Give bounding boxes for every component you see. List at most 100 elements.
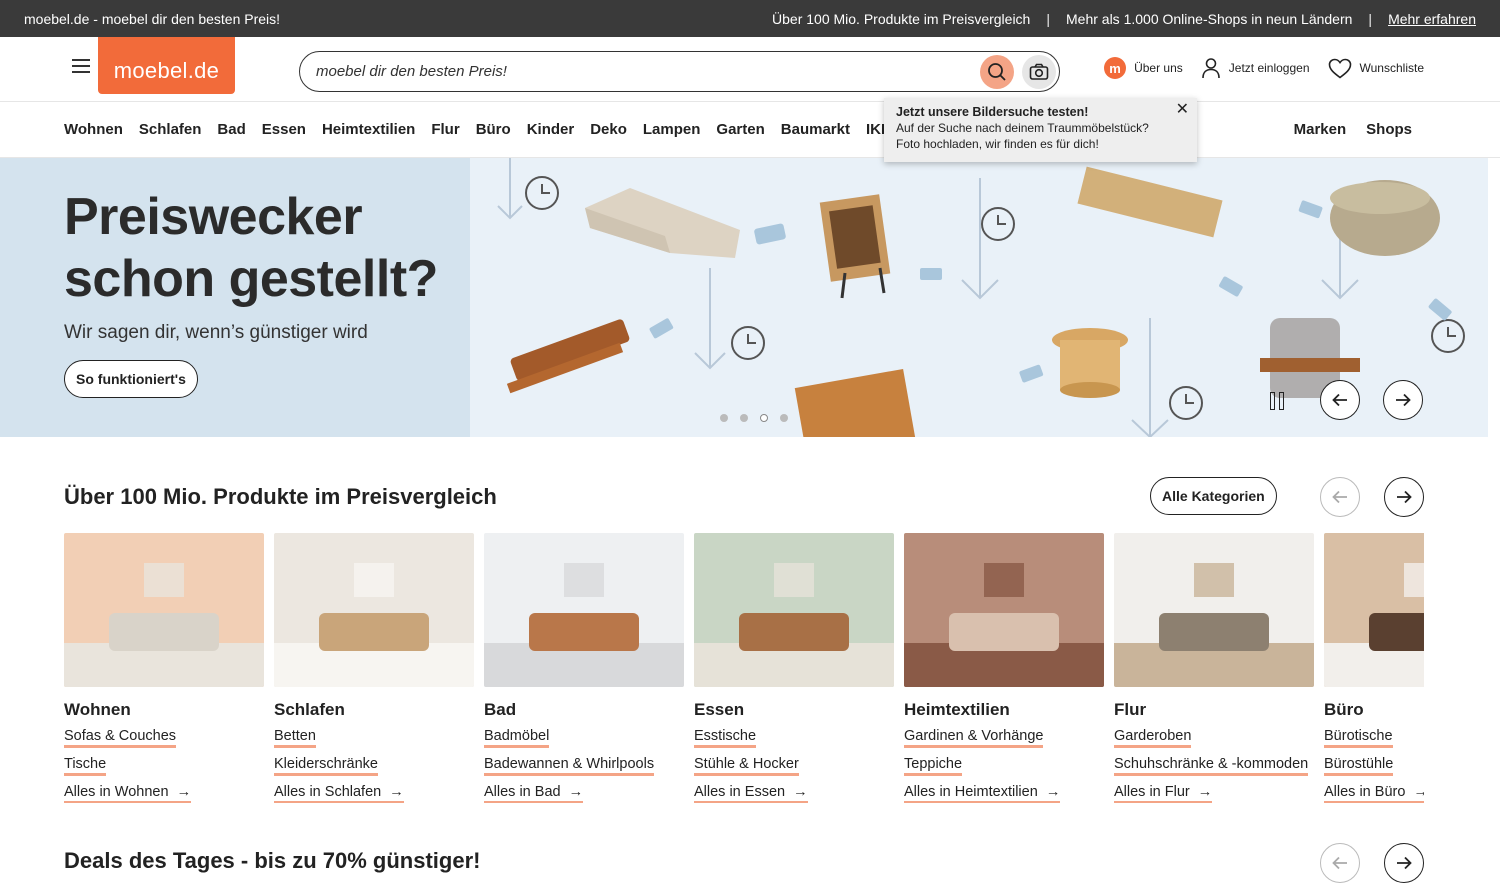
category-link[interactable]: Tische [64, 756, 107, 776]
pause-icon[interactable] [1270, 392, 1284, 410]
category-link[interactable]: Alles in Wohnen → [64, 784, 192, 803]
nav-item-4[interactable]: Heimtextilien [322, 121, 415, 138]
category-link[interactable]: Alles in Büro → [1324, 784, 1424, 803]
hero-next-button[interactable] [1383, 380, 1423, 420]
category-link[interactable]: Alles in Essen → [694, 784, 808, 803]
nav-item-7[interactable]: Kinder [527, 121, 575, 138]
category-link[interactable]: Bürotische [1324, 728, 1393, 748]
category-image[interactable] [64, 533, 264, 687]
category-card: Bad Badmöbel Badewannen & Whirlpools Alles … [484, 533, 684, 803]
tooltip-text-2: Foto hochladen, wir finden es für dich! [896, 137, 1099, 151]
claim-shops: Mehr als 1.000 Online-Shops in neun Länd… [1066, 10, 1353, 27]
logo[interactable]: moebel.de [98, 37, 235, 94]
hero-prev-button[interactable] [1320, 380, 1360, 420]
login-link[interactable]: Jetzt einloggen [1201, 57, 1310, 79]
category-link[interactable]: Alles in Heimtextilien → [904, 784, 1061, 803]
category-link[interactable]: Stühle & Hocker [694, 756, 799, 776]
arrow-right-icon: → [1041, 784, 1061, 800]
arrow-right-icon: → [1193, 784, 1213, 800]
nav-item-5[interactable]: Flur [431, 121, 459, 138]
login-label: Jetzt einloggen [1228, 61, 1310, 75]
carousel-dot[interactable] [780, 414, 788, 422]
nav-item-1[interactable]: Schlafen [139, 121, 202, 138]
category-link[interactable]: Schuhschränke & -kommoden [1114, 756, 1309, 776]
deals-next-button[interactable] [1384, 843, 1424, 883]
categories-next-button[interactable] [1384, 477, 1424, 517]
category-link[interactable]: Esstische [694, 728, 757, 748]
carousel-dot[interactable] [740, 414, 748, 422]
search-bar [299, 51, 1060, 92]
wishlist-link[interactable]: Wunschliste [1328, 58, 1424, 79]
arrow-right-icon: → [1413, 784, 1424, 800]
nav-item-9[interactable]: Lampen [643, 121, 701, 138]
category-links: Gardinen & Vorhänge Teppiche Alles in Heim… [904, 720, 1104, 803]
category-link[interactable]: Alles in Bad → [484, 784, 584, 803]
category-title[interactable]: Schlafen [274, 700, 474, 720]
nav-right-item-0[interactable]: Marken [1294, 121, 1347, 138]
nav-item-8[interactable]: Deko [590, 121, 627, 138]
category-link[interactable]: Badewannen & Whirlpools [484, 756, 655, 776]
category-title[interactable]: Wohnen [64, 700, 264, 720]
close-icon[interactable]: ✕ [1176, 102, 1189, 118]
nav-item-2[interactable]: Bad [217, 121, 245, 138]
search-icon[interactable] [980, 54, 1014, 89]
category-link[interactable]: Gardinen & Vorhänge [904, 728, 1044, 748]
nav-item-11[interactable]: Baumarkt [781, 121, 850, 138]
nav-right-item-1[interactable]: Shops [1366, 121, 1412, 138]
claim-products: Über 100 Mio. Produkte im Preisvergleich [772, 10, 1031, 27]
more-info-link[interactable]: Mehr erfahren [1388, 11, 1476, 27]
nav-item-10[interactable]: Garten [716, 121, 764, 138]
categories-heading: Über 100 Mio. Produkte im Preisvergleich [64, 484, 497, 509]
category-link[interactable]: Bürostühle [1324, 756, 1394, 776]
category-card: Essen Esstische Stühle & Hocker Alles in Es… [694, 533, 894, 803]
how-it-works-button[interactable]: So funktioniert's [64, 360, 198, 398]
tooltip-text-1: Auf der Suche nach deinem Traummöbelstüc… [896, 121, 1149, 135]
category-title[interactable]: Essen [694, 700, 894, 720]
category-title[interactable]: Bad [484, 700, 684, 720]
category-link[interactable]: Kleiderschränke [274, 756, 378, 776]
categories-prev-button[interactable] [1320, 477, 1360, 517]
all-categories-button[interactable]: Alle Kategorien [1150, 477, 1277, 515]
camera-icon[interactable] [1022, 54, 1056, 89]
carousel-dots [720, 414, 788, 422]
category-links: Betten Kleiderschränke Alles in Schlafen → [274, 720, 474, 803]
nav-item-6[interactable]: Büro [476, 121, 511, 138]
arrow-left-icon [1332, 393, 1347, 407]
separator: | [1368, 10, 1373, 27]
category-link[interactable]: Betten [274, 728, 316, 748]
category-image[interactable] [694, 533, 894, 687]
arrow-right-icon: → [385, 784, 404, 800]
nav-item-3[interactable]: Essen [262, 121, 306, 138]
search-input[interactable] [316, 63, 980, 80]
category-title[interactable]: Flur [1114, 700, 1314, 720]
carousel-dot[interactable] [720, 414, 728, 422]
about-link[interactable]: m Über uns [1104, 57, 1183, 79]
hero-image [470, 158, 1488, 437]
menu-icon[interactable] [72, 59, 90, 73]
category-links: Garderoben Schuhschränke & -kommoden Alles… [1114, 720, 1314, 803]
nav-item-0[interactable]: Wohnen [64, 121, 123, 138]
about-label: Über uns [1134, 61, 1183, 75]
category-image[interactable] [904, 533, 1104, 687]
category-link[interactable]: Garderoben [1114, 728, 1192, 748]
category-image[interactable] [274, 533, 474, 687]
category-image[interactable] [1324, 533, 1424, 687]
category-title[interactable]: Heimtextilien [904, 700, 1104, 720]
carousel-dot[interactable] [760, 414, 768, 422]
category-title[interactable]: Büro [1324, 700, 1424, 720]
category-image[interactable] [1114, 533, 1314, 687]
image-search-tooltip: Jetzt unsere Bildersuche testen! Auf der… [884, 98, 1197, 162]
hero-text-panel: Preiswecker schon gestellt? Wir sagen dir… [0, 158, 470, 437]
category-link[interactable]: Sofas & Couches [64, 728, 177, 748]
category-link[interactable]: Teppiche [904, 756, 963, 776]
category-link[interactable]: Alles in Flur → [1114, 784, 1213, 803]
deals-prev-button[interactable] [1320, 843, 1360, 883]
category-carousel: Wohnen Sofas & Couches Tische Alles in Wohn… [64, 533, 1424, 803]
category-link[interactable]: Badmöbel [484, 728, 550, 748]
arrow-right-icon [1396, 393, 1411, 407]
arrow-right-icon: → [172, 784, 192, 800]
category-image[interactable] [484, 533, 684, 687]
category-link[interactable]: Alles in Schlafen → [274, 784, 404, 803]
arrow-right-icon: → [564, 784, 584, 800]
category-links: Esstische Stühle & Hocker Alles in Essen → [694, 720, 894, 803]
